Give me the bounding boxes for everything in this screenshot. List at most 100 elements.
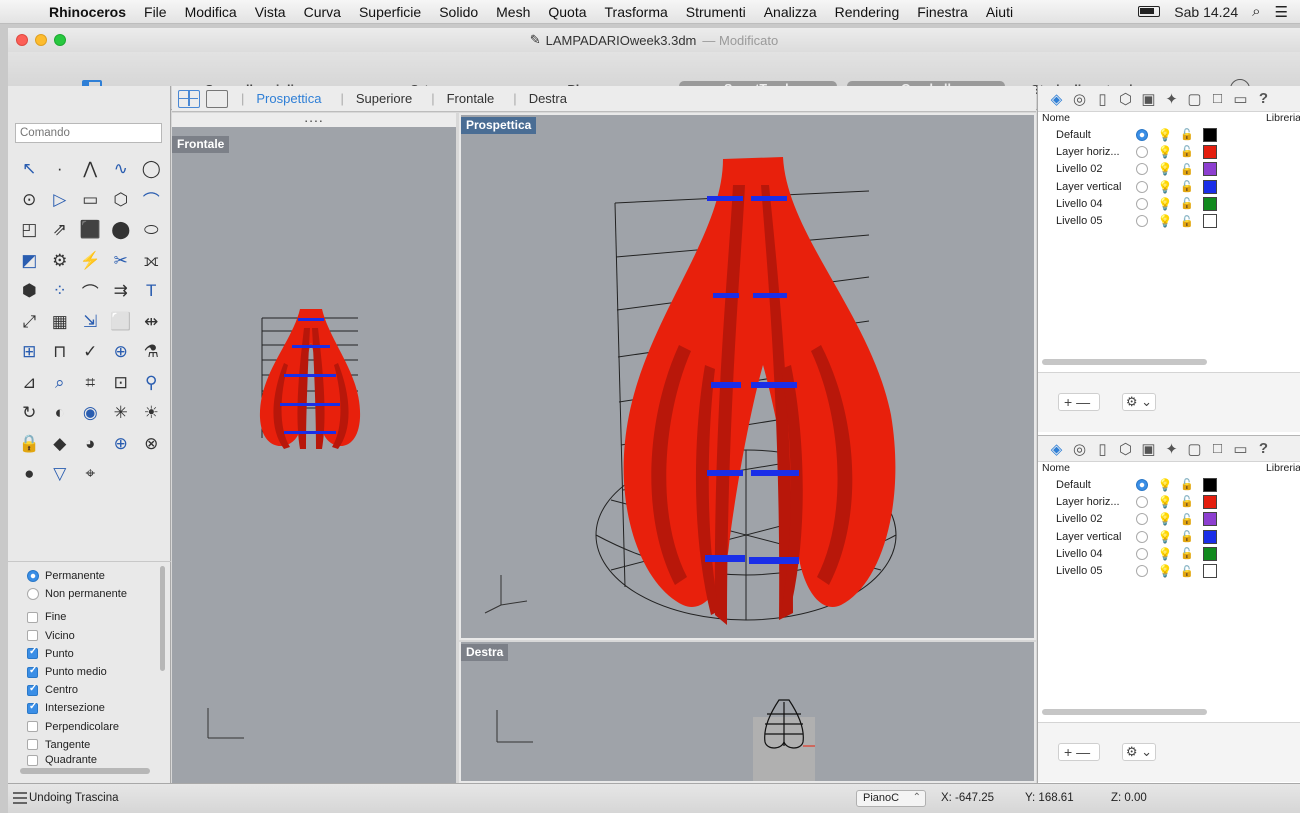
checkbox[interactable] <box>27 646 38 660</box>
layer-name[interactable]: Livello 04 <box>1038 548 1136 560</box>
current-layer-radio[interactable] <box>1136 145 1148 158</box>
array-tool[interactable]: ▦ <box>45 307 76 338</box>
osnap-point[interactable]: Punto <box>8 645 171 663</box>
layer-color-swatch[interactable] <box>1203 179 1217 194</box>
layer-color-swatch[interactable] <box>1203 494 1217 509</box>
layer-row[interactable]: Default 💡 🔓 <box>1038 126 1300 143</box>
circle-tool[interactable]: ◯ <box>136 154 167 185</box>
menu-surface[interactable]: Superficie <box>350 4 430 20</box>
project-tool[interactable]: ⇲ <box>75 307 106 338</box>
zoom-window-tool[interactable]: ⊕ <box>106 337 137 368</box>
menu-solid[interactable]: Solido <box>430 4 487 20</box>
menu-help[interactable]: Aiuti <box>977 4 1022 20</box>
text-object-tool[interactable]: T <box>136 276 167 307</box>
column-name[interactable]: Nome <box>1042 462 1070 476</box>
zoom-in-tool[interactable]: ⌕ <box>45 368 76 399</box>
checkbox[interactable] <box>27 683 38 696</box>
dimension-tool[interactable]: ⇹ <box>136 307 167 338</box>
osnap-intersection[interactable]: Intersezione <box>8 699 171 717</box>
visibility-bulb-icon[interactable]: 💡 <box>1154 478 1176 492</box>
sphere-tool[interactable]: ⬤ <box>106 215 137 246</box>
split-tool[interactable]: ⟗ <box>136 246 167 277</box>
single-viewport-icon[interactable] <box>206 89 228 108</box>
checkbox[interactable] <box>27 630 38 642</box>
layer-name[interactable]: Livello 05 <box>1038 565 1136 577</box>
command-input[interactable] <box>15 123 162 143</box>
osnap-tangent[interactable]: Tangente <box>8 736 171 754</box>
box-edit-tool[interactable]: ⬜ <box>106 307 137 338</box>
checkbox[interactable] <box>27 665 38 678</box>
layer-row[interactable]: Livello 05 💡 🔓 <box>1038 562 1300 579</box>
current-layer-radio[interactable] <box>1136 128 1148 141</box>
lock-icon[interactable]: 🔓 <box>1176 128 1198 141</box>
analysis-tool[interactable]: ⊓ <box>45 337 76 368</box>
lock-icon[interactable]: 🔓 <box>1176 547 1198 560</box>
current-layer-radio[interactable] <box>1136 530 1148 543</box>
layer-color-swatch[interactable] <box>1203 127 1217 142</box>
light-tool[interactable]: ⊿ <box>14 368 45 399</box>
lock-icon[interactable]: 🔓 <box>1176 478 1198 491</box>
layer-color-swatch[interactable] <box>1203 512 1217 527</box>
visibility-bulb-icon[interactable]: 💡 <box>1154 530 1176 544</box>
visibility-bulb-icon[interactable]: 💡 <box>1154 214 1176 228</box>
lock-icon[interactable]: 🔓 <box>1176 180 1198 193</box>
menu-analyze[interactable]: Analizza <box>755 4 826 20</box>
polyline-tool[interactable]: ⋀ <box>75 154 106 185</box>
help-icon[interactable]: ? <box>1255 90 1272 107</box>
layer-name[interactable]: Default <box>1038 129 1136 141</box>
layer-row[interactable]: Livello 02 💡 🔓 <box>1038 511 1300 528</box>
current-layer-radio[interactable] <box>1136 478 1148 491</box>
pan-tool[interactable]: ⌖ <box>75 459 106 490</box>
checkbox[interactable] <box>27 754 38 766</box>
osnap-near[interactable]: Vicino <box>8 627 171 645</box>
visibility-bulb-icon[interactable]: 💡 <box>1154 564 1176 578</box>
minimize-window-button[interactable] <box>35 34 47 46</box>
current-layer-radio[interactable] <box>1136 565 1148 578</box>
grid-points-tool[interactable]: ⊞ <box>14 337 45 368</box>
camera-tool[interactable]: ◉ <box>75 398 106 429</box>
curve-fillet-tool[interactable]: ⌒ <box>75 276 106 307</box>
layer-name[interactable]: Layer horiz... <box>1038 146 1136 158</box>
lightbulb-tool[interactable]: ⚲ <box>136 368 167 399</box>
osnap-mode-permanent[interactable]: Permanente <box>8 567 171 585</box>
checkbox[interactable] <box>27 739 38 751</box>
object-icon[interactable]: ⬡ <box>1117 440 1134 458</box>
car-tool[interactable]: ◐ <box>45 398 76 429</box>
display-icon[interactable]: □ <box>1209 90 1226 107</box>
display-icon[interactable]: □ <box>1209 440 1226 457</box>
document-icon[interactable]: ▯ <box>1094 440 1111 458</box>
viewport-front[interactable]: .... Frontale <box>172 113 456 783</box>
mesh-face-tool[interactable]: ◩ <box>14 246 45 277</box>
osnap-perpendicular[interactable]: Perpendicolare <box>8 718 171 736</box>
tab-right[interactable]: Destra <box>523 91 573 106</box>
layer-color-swatch[interactable] <box>1203 196 1217 211</box>
light-icon[interactable]: ✦ <box>1163 90 1180 108</box>
explode-ctrl-tool[interactable]: ✳ <box>106 398 137 429</box>
radio-icon[interactable] <box>27 570 39 583</box>
osnap-center[interactable]: Centro <box>8 681 171 699</box>
layer-name[interactable]: Layer vertical <box>1038 531 1136 543</box>
layer-name[interactable]: Layer horiz... <box>1038 496 1136 508</box>
layer-color-swatch[interactable] <box>1203 477 1217 492</box>
light-icon[interactable]: ✦ <box>1163 440 1180 458</box>
lock-icon[interactable]: 🔓 <box>1176 145 1198 158</box>
menu-edit[interactable]: Modifica <box>176 4 246 20</box>
group-tool[interactable]: ⁘ <box>45 276 76 307</box>
boolean-tool[interactable]: ⬢ <box>14 276 45 307</box>
layer-color-swatch[interactable] <box>1203 546 1217 561</box>
zoom-all-tool[interactable]: ⌗ <box>75 368 106 399</box>
visibility-bulb-icon[interactable]: 💡 <box>1154 128 1176 142</box>
layer-name[interactable]: Livello 02 <box>1038 163 1136 175</box>
checkbox[interactable] <box>27 611 38 623</box>
camera-icon[interactable]: ▣ <box>1140 440 1157 458</box>
explode-tool[interactable]: ⚡ <box>75 246 106 277</box>
object-icon[interactable]: ⬡ <box>1117 90 1134 108</box>
menu-dimension[interactable]: Quota <box>539 4 595 20</box>
menu-curve[interactable]: Curva <box>295 4 350 20</box>
viewport-perspective[interactable]: Prospettica <box>459 113 1036 640</box>
checkbox[interactable] <box>27 721 38 733</box>
add-layer-button[interactable]: + — <box>1058 393 1100 411</box>
tab-front[interactable]: Frontale <box>441 91 501 106</box>
ellipse-tool[interactable]: ⊙ <box>14 185 45 216</box>
lock-icon[interactable]: 🔓 <box>1176 163 1198 176</box>
